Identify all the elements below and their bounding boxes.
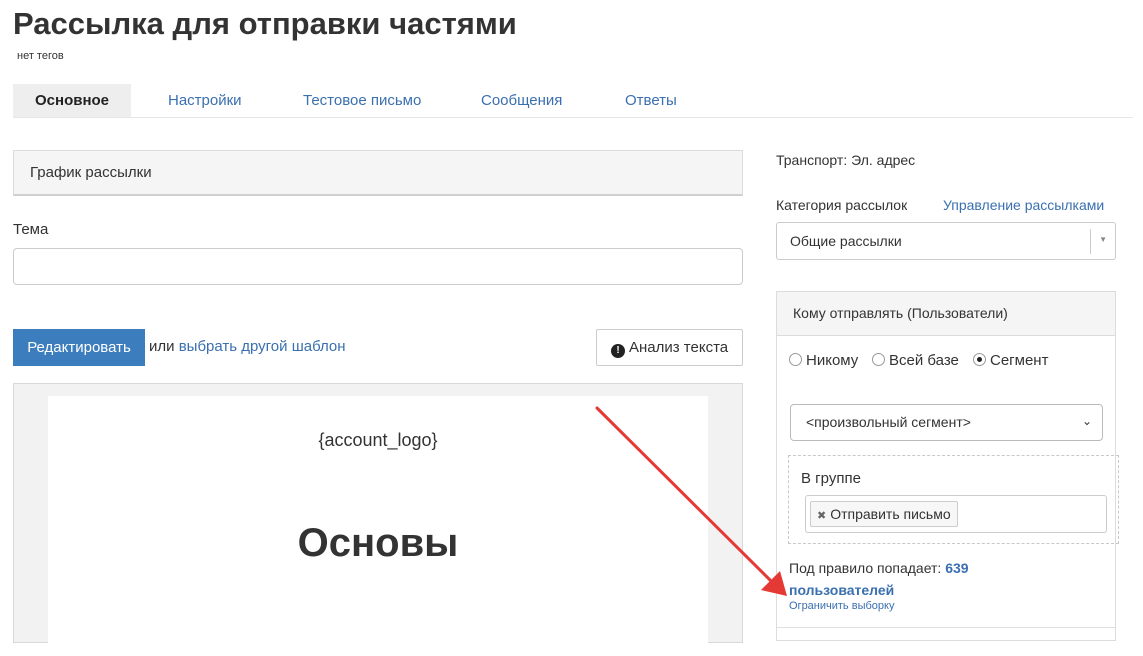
caret-down-icon: ▼ (1099, 235, 1107, 244)
radio-all-base[interactable]: Всей базе (872, 352, 959, 369)
category-label: Категория рассылок (776, 197, 908, 213)
or-label: или (149, 338, 175, 355)
tab-messages[interactable]: Сообщения (481, 84, 562, 117)
group-tag-input[interactable]: ✖ Отправить письмо (805, 495, 1107, 533)
segment-value: <произвольный сегмент> (806, 414, 971, 430)
rule-count[interactable]: 639 (945, 560, 968, 576)
tab-bar: Основное Настройки Тестовое письмо Сообщ… (13, 84, 1133, 118)
recipients-panel: Кому отправлять (Пользователи) Никому Вс… (776, 291, 1119, 641)
exclamation-circle-icon: ! (611, 344, 625, 358)
page-title: Рассылка для отправки частями (13, 6, 517, 41)
email-heading: Основы (297, 521, 459, 565)
subject-label: Тема (13, 221, 49, 238)
choose-template-link[interactable]: выбрать другой шаблон (179, 338, 346, 355)
transport-text: Транспорт: Эл. адрес (776, 152, 916, 168)
radio-icon (789, 353, 802, 366)
radio-label: Сегмент (990, 352, 1049, 369)
manage-mailings-link[interactable]: Управление рассылками (943, 197, 1104, 213)
group-condition-box: В группе ✖ Отправить письмо (788, 455, 1119, 544)
limit-selection-link[interactable]: Ограничить выборку (789, 600, 894, 612)
tab-test-email[interactable]: Тестовое письмо (303, 84, 421, 117)
radio-icon (872, 353, 885, 366)
category-select[interactable]: Общие рассылки ▼ (776, 222, 1116, 260)
radio-nobody[interactable]: Никому (789, 352, 858, 369)
rule-suffix[interactable]: пользователей (789, 582, 894, 598)
divider (777, 627, 1115, 628)
schedule-title: График рассылки (30, 164, 152, 181)
analyze-text-button[interactable]: ! Анализ текста (596, 329, 743, 366)
remove-chip-icon[interactable]: ✖ (817, 510, 826, 522)
tab-replies[interactable]: Ответы (625, 84, 677, 117)
segment-select[interactable]: <произвольный сегмент> ⌄ (790, 404, 1103, 441)
group-chip: ✖ Отправить письмо (810, 501, 958, 527)
category-value: Общие рассылки (790, 233, 902, 249)
radio-label: Всей базе (889, 352, 959, 369)
email-editor-preview: {account_logo} Основы (13, 383, 743, 656)
logo-placeholder: {account_logo} (318, 430, 438, 450)
chevron-down-icon: ⌄ (1081, 414, 1092, 428)
group-label: В группе (801, 470, 861, 487)
tags-text: нет тегов (17, 50, 64, 62)
recipients-header: Кому отправлять (Пользователи) (777, 292, 1115, 336)
edit-button[interactable]: Редактировать (13, 329, 145, 366)
email-canvas[interactable]: {account_logo} Основы (48, 396, 708, 656)
rule-count-text: Под правило попадает: 639 пользователей (789, 557, 1009, 601)
radio-segment[interactable]: Сегмент (973, 352, 1048, 369)
group-chip-label: Отправить письмо (830, 506, 951, 522)
tab-main[interactable]: Основное (13, 84, 132, 117)
schedule-panel[interactable]: График рассылки (13, 150, 743, 196)
template-choice-text: или выбрать другой шаблон (149, 338, 346, 355)
rule-prefix: Под правило попадает: (789, 560, 942, 576)
radio-label: Никому (806, 352, 859, 369)
radio-selected-icon (973, 353, 986, 366)
select-divider (1090, 229, 1091, 254)
analyze-label: Анализ текста (629, 339, 729, 356)
tab-settings[interactable]: Настройки (168, 84, 242, 117)
recipients-title: Кому отправлять (Пользователи) (793, 305, 1008, 321)
subject-input[interactable] (13, 248, 743, 285)
